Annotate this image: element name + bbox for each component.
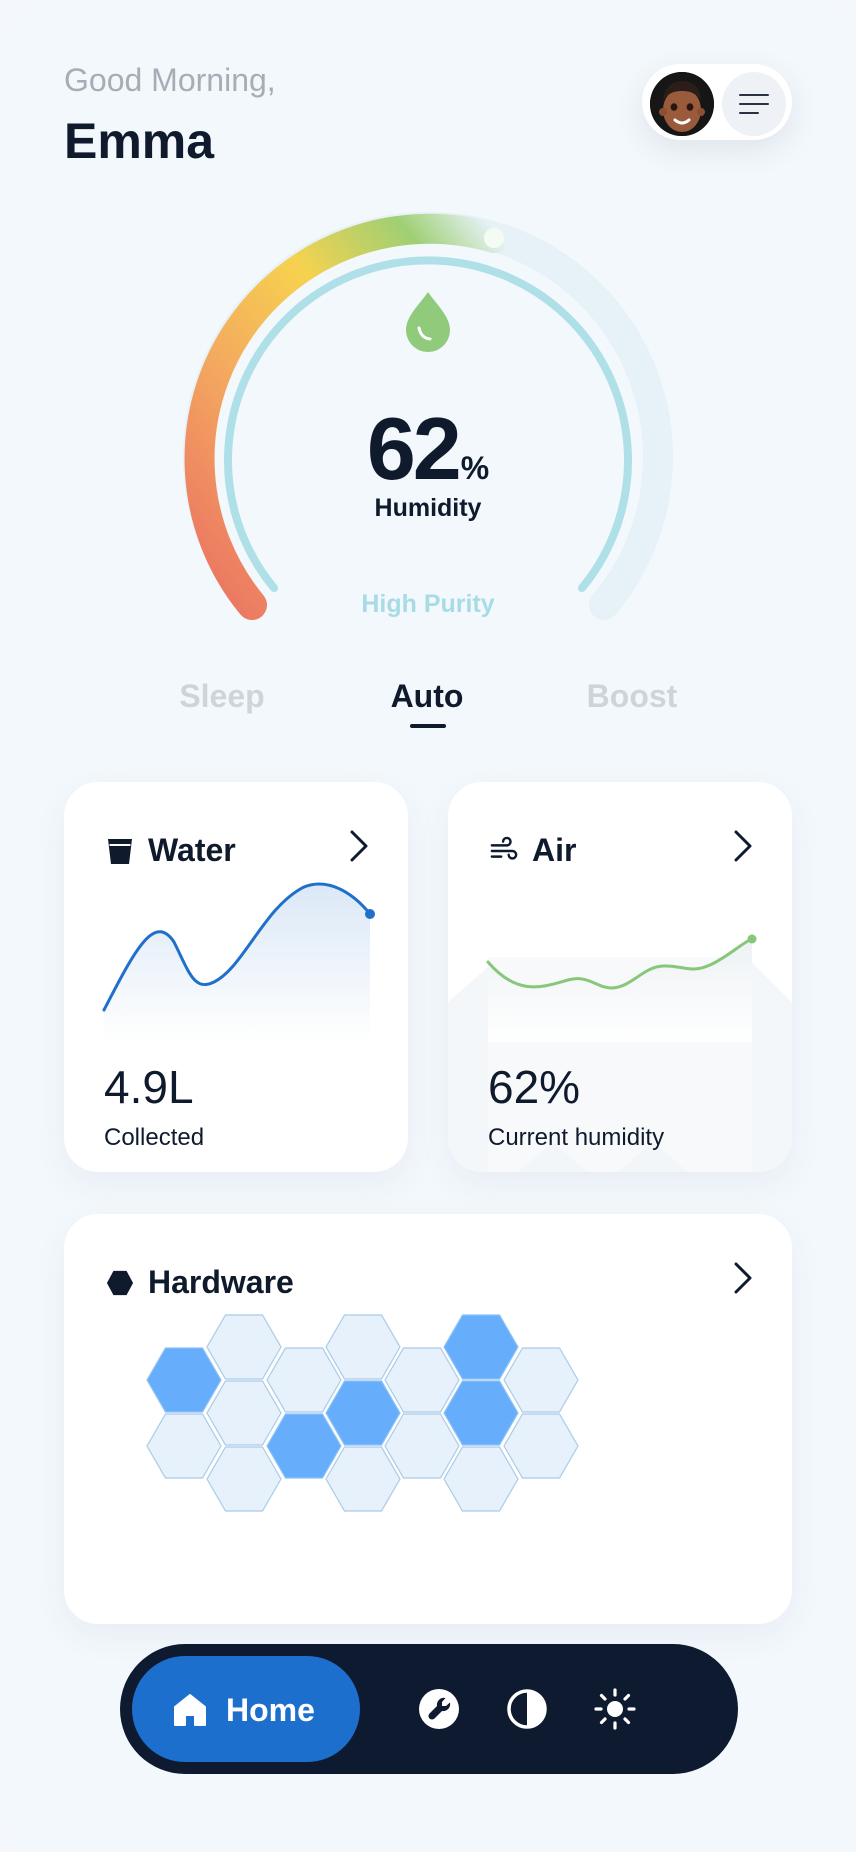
humidity-value: 62 <box>366 399 462 498</box>
humidity-unit: % <box>460 450 490 486</box>
app-screen: Good Morning, Emma 62% Humidity High Pur… <box>0 0 856 1852</box>
hex-cell[interactable] <box>206 1314 282 1380</box>
hex-cell[interactable] <box>443 1446 519 1512</box>
humidity-label: Humidity <box>374 494 482 522</box>
wrench-icon[interactable] <box>417 1687 461 1731</box>
air-card[interactable]: Air 62% Current humidity <box>448 782 792 1172</box>
hex-cell-active[interactable] <box>443 1314 519 1380</box>
hardware-hex-grid <box>146 1314 579 1512</box>
water-chart-endpoint <box>365 909 375 919</box>
hex-cell[interactable] <box>325 1314 401 1380</box>
hardware-card[interactable]: Hardware <box>64 1214 792 1624</box>
purity-status: High Purity <box>361 590 495 618</box>
bottom-nav: Home <box>120 1644 738 1774</box>
hex-cell[interactable] <box>384 1413 460 1479</box>
hex-cell[interactable] <box>266 1347 342 1413</box>
tab-boost[interactable]: Boost <box>587 678 678 715</box>
humidity-readout: 62% <box>0 398 856 500</box>
water-card[interactable]: Water 4.9L Collected <box>64 782 408 1172</box>
air-label: Current humidity <box>488 1124 665 1151</box>
brightness-icon[interactable] <box>593 1687 637 1731</box>
hex-cell-active[interactable] <box>146 1347 222 1413</box>
tab-auto[interactable]: Auto <box>391 678 464 715</box>
active-tab-indicator <box>410 724 446 728</box>
tab-sleep[interactable]: Sleep <box>179 678 264 715</box>
hex-cell[interactable] <box>384 1347 460 1413</box>
water-value: 4.9L <box>104 1061 194 1113</box>
hex-cell[interactable] <box>146 1413 222 1479</box>
air-chart-area <box>488 939 752 1042</box>
hex-cell[interactable] <box>206 1380 282 1446</box>
hex-cell[interactable] <box>325 1446 401 1512</box>
water-label: Collected <box>104 1124 205 1151</box>
water-drop-icon <box>406 292 450 352</box>
mode-tabs: Sleep Auto Boost <box>0 678 856 738</box>
nav-home-button[interactable]: Home <box>132 1656 360 1762</box>
hex-cell-active[interactable] <box>443 1380 519 1446</box>
air-value: 62% <box>488 1061 581 1113</box>
nav-home-label: Home <box>226 1692 315 1728</box>
gauge-knob[interactable] <box>484 228 504 248</box>
hex-cell[interactable] <box>206 1446 282 1512</box>
hex-cell-active[interactable] <box>266 1413 342 1479</box>
home-icon <box>174 1694 206 1726</box>
air-chart-endpoint <box>747 934 757 944</box>
hex-cell[interactable] <box>503 1413 579 1479</box>
contrast-icon[interactable] <box>505 1687 549 1731</box>
hex-cell[interactable] <box>503 1347 579 1413</box>
hex-cell-active[interactable] <box>325 1380 401 1446</box>
